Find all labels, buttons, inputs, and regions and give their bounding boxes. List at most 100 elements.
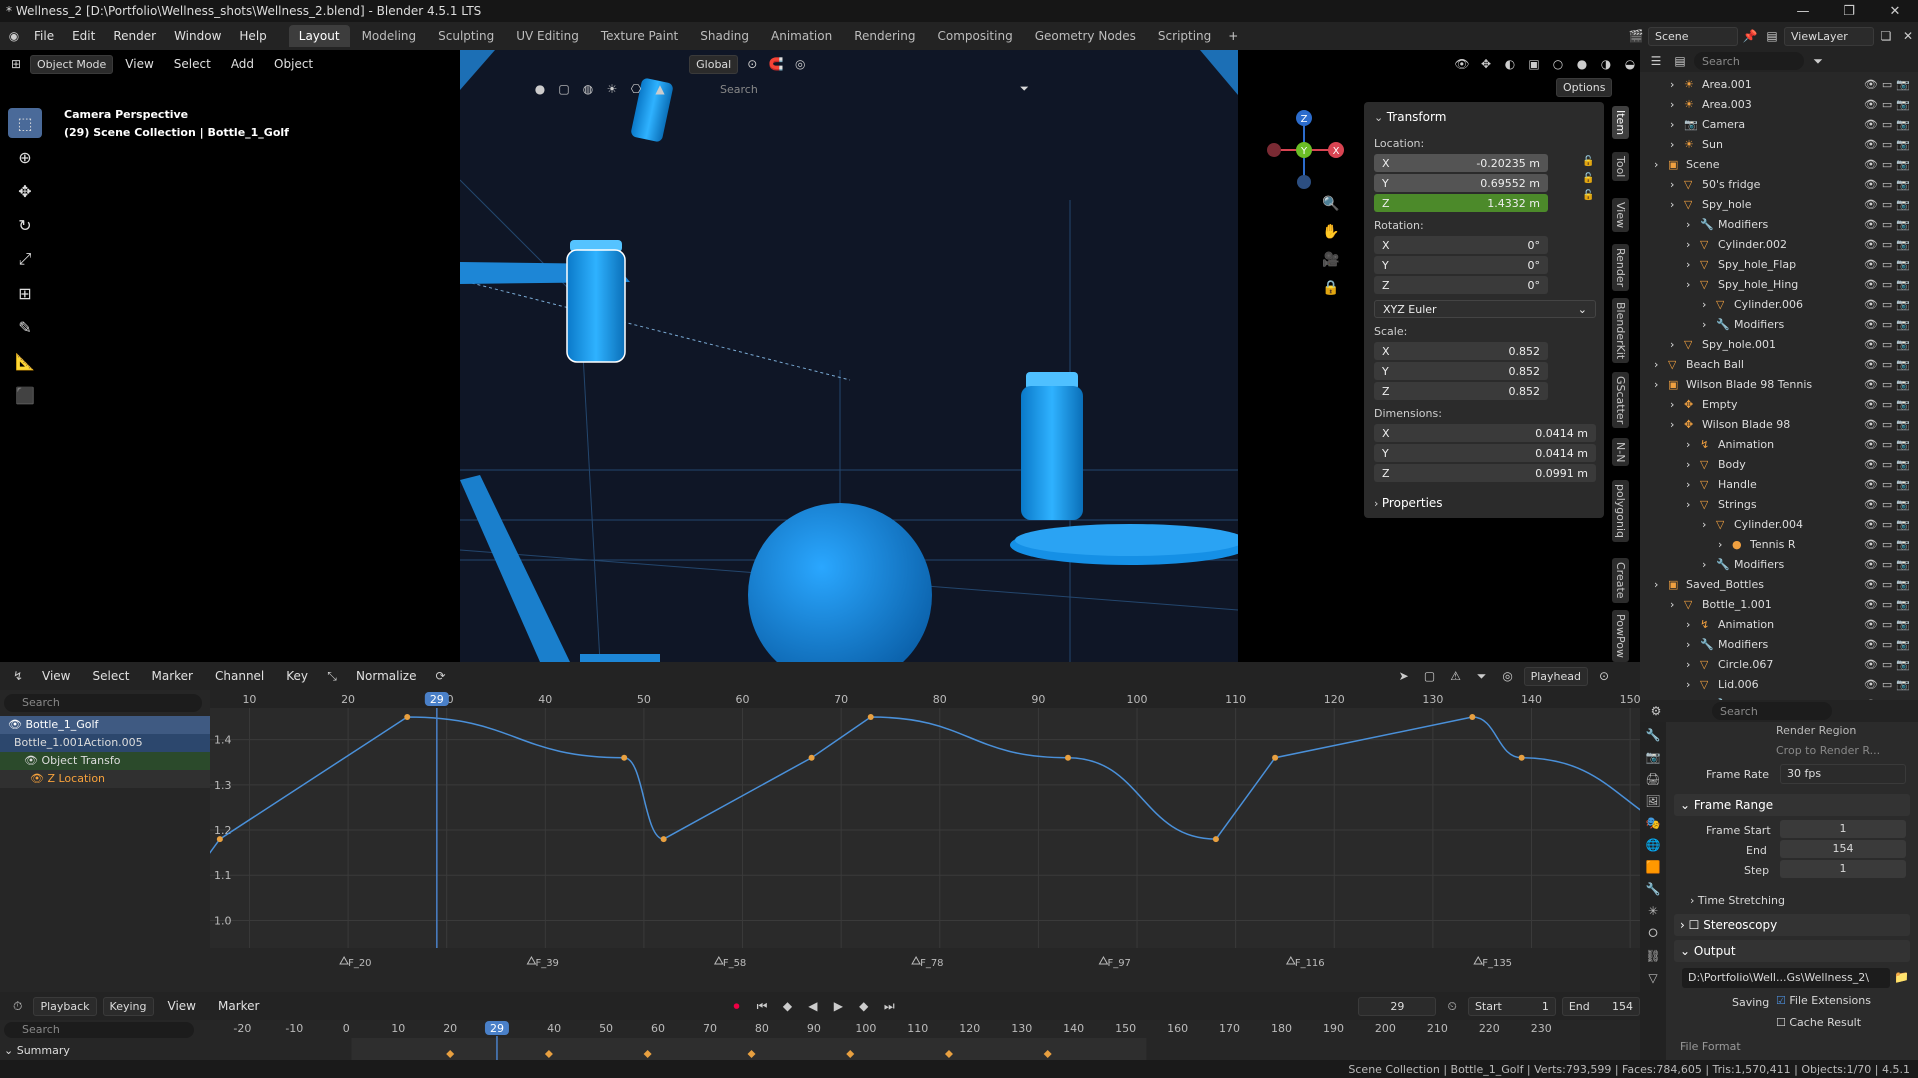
only-selected-icon[interactable]: ➤ bbox=[1394, 666, 1414, 686]
visibility-eye-icon[interactable]: 👁 bbox=[1864, 138, 1878, 151]
normalize-button[interactable]: Normalize bbox=[348, 666, 424, 686]
fcurve-z-location[interactable] bbox=[210, 716, 1640, 920]
rotation-y-field[interactable]: Y 0° bbox=[1374, 256, 1548, 274]
outliner-row[interactable]: › ▽ Cylinder.004 👁 ▭ 📷 bbox=[1640, 514, 1918, 534]
viewport-toggle-icon[interactable]: ▭ bbox=[1882, 118, 1892, 131]
onion-icon[interactable]: ⊙ bbox=[1594, 666, 1614, 686]
viewport-toggle-icon[interactable]: ▭ bbox=[1882, 498, 1892, 511]
viewport-toggle-icon[interactable]: ▭ bbox=[1882, 458, 1892, 471]
chevron-down-icon[interactable]: ⌄ bbox=[1374, 111, 1387, 124]
playback-menu[interactable]: Playback bbox=[33, 996, 97, 1016]
visibility-eye-icon[interactable]: 👁 bbox=[1864, 418, 1878, 431]
filter-icon[interactable]: ⏷ bbox=[1020, 82, 1029, 96]
blender-logo-icon[interactable]: ◉ bbox=[4, 26, 24, 46]
location-z-field[interactable]: Z 1.4332 m bbox=[1374, 194, 1548, 212]
close-icon[interactable]: ✕ bbox=[1872, 4, 1918, 19]
visibility-eye-icon[interactable]: 👁 bbox=[1864, 518, 1878, 531]
scale-z-field[interactable]: Z 0.852 bbox=[1374, 382, 1548, 400]
timeline-marker-label[interactable]: F_58 bbox=[723, 958, 746, 969]
expand-icon[interactable]: › bbox=[1670, 118, 1674, 131]
keyframe-point[interactable] bbox=[867, 714, 874, 721]
menu-help[interactable]: Help bbox=[231, 26, 274, 46]
sidetab-item[interactable]: Item bbox=[1612, 106, 1629, 140]
expand-icon[interactable]: › bbox=[1670, 138, 1674, 151]
expand-icon[interactable]: › bbox=[1686, 618, 1690, 631]
outliner-row[interactable]: › ☀ Sun 👁 ▭ 📷 bbox=[1640, 134, 1918, 154]
options-button[interactable]: Options bbox=[1556, 78, 1613, 97]
expand-icon[interactable]: › bbox=[1686, 638, 1690, 651]
expand-icon[interactable]: › bbox=[1670, 198, 1674, 211]
timeline-marker-label[interactable]: F_39 bbox=[535, 958, 558, 969]
render-toggle-icon[interactable]: 📷 bbox=[1896, 218, 1910, 231]
viewport-toggle-icon[interactable]: ▭ bbox=[1882, 98, 1892, 111]
outliner-row[interactable]: › ▽ Handle 👁 ▭ 📷 bbox=[1640, 474, 1918, 494]
outliner-row[interactable]: › ☀ Area.003 👁 ▭ 📷 bbox=[1640, 94, 1918, 114]
filter-light-icon[interactable]: ☀ bbox=[602, 79, 622, 99]
material-shading-icon[interactable]: ◑ bbox=[1596, 54, 1616, 74]
viewport-toggle-icon[interactable]: ▭ bbox=[1882, 438, 1892, 451]
expand-icon[interactable]: › bbox=[1686, 458, 1690, 471]
eye-icon[interactable]: 👁 bbox=[24, 754, 41, 767]
viewport-toggle-icon[interactable]: ▭ bbox=[1882, 158, 1892, 171]
select-tool-icon[interactable]: ⬚ bbox=[8, 108, 42, 138]
render-toggle-icon[interactable]: 📷 bbox=[1896, 418, 1910, 431]
viewport-toggle-icon[interactable]: ▭ bbox=[1882, 598, 1892, 611]
keyframe-point[interactable] bbox=[1518, 754, 1525, 761]
timeline-menu-marker[interactable]: Marker bbox=[210, 996, 267, 1016]
render-toggle-icon[interactable]: 📷 bbox=[1896, 178, 1910, 191]
location-y-field[interactable]: Y 0.69552 m bbox=[1374, 174, 1548, 192]
scene-tab-icon[interactable]: 🎭 bbox=[1646, 816, 1661, 830]
outliner-row[interactable]: › ▽ Cylinder.006 👁 ▭ 📷 bbox=[1640, 294, 1918, 314]
physics-tab-icon[interactable]: ⭘ bbox=[1648, 926, 1658, 941]
record-icon[interactable]: ⏺ bbox=[727, 996, 746, 1016]
outliner-row[interactable]: › ● Tennis R 👁 ▭ 📷 bbox=[1640, 534, 1918, 554]
expand-icon[interactable]: › bbox=[1686, 438, 1690, 451]
expand-icon[interactable]: › bbox=[1686, 678, 1690, 691]
lock-location-z-icon[interactable]: 🔓 bbox=[1582, 190, 1594, 201]
viewport-toggle-icon[interactable]: ▭ bbox=[1882, 558, 1892, 571]
move-tool-icon[interactable]: ✥ bbox=[8, 176, 42, 206]
outliner-search-input[interactable]: Search bbox=[1694, 52, 1804, 70]
visibility-eye-icon[interactable]: 👁 bbox=[1864, 318, 1878, 331]
output-panel-header[interactable]: ⌄ Output bbox=[1674, 940, 1910, 962]
stopwatch-icon[interactable]: ⏲ bbox=[1442, 996, 1461, 1016]
scale-x-field[interactable]: X 0.852 bbox=[1374, 342, 1548, 360]
visibility-eye-icon[interactable]: 👁 bbox=[1864, 98, 1878, 111]
expand-icon[interactable]: › bbox=[1670, 398, 1674, 411]
render-toggle-icon[interactable]: 📷 bbox=[1896, 558, 1910, 571]
properties-panel-title[interactable]: Properties bbox=[1382, 496, 1443, 510]
visibility-eye-icon[interactable]: 👁 bbox=[1864, 278, 1878, 291]
render-toggle-icon[interactable]: 📷 bbox=[1896, 198, 1910, 211]
gizmo-toggle-icon[interactable]: ✥ bbox=[1476, 54, 1496, 74]
cursor-tool-icon[interactable]: ⊕ bbox=[8, 142, 42, 172]
summary-row[interactable]: ⌄ Summary bbox=[4, 1044, 70, 1057]
display-mode-icon[interactable]: ▤ bbox=[1670, 51, 1690, 71]
jump-start-icon[interactable]: ⏮ bbox=[752, 996, 771, 1016]
frame-end-field[interactable]: 154 bbox=[1780, 840, 1906, 858]
render-toggle-icon[interactable]: 📷 bbox=[1896, 378, 1910, 391]
viewport-toggle-icon[interactable]: ▭ bbox=[1882, 418, 1892, 431]
data-tab-icon[interactable]: ▽ bbox=[1648, 971, 1657, 985]
graph-menu-view[interactable]: View bbox=[34, 666, 78, 686]
menu-file[interactable]: File bbox=[26, 26, 62, 46]
visibility-eye-icon[interactable]: 👁 bbox=[1864, 618, 1878, 631]
time-stretching-subpanel[interactable]: › Time Stretching bbox=[1690, 894, 1785, 907]
viewport-toggle-icon[interactable]: ▭ bbox=[1882, 298, 1892, 311]
pin-icon[interactable]: 📌 bbox=[1740, 26, 1760, 46]
start-frame-field[interactable]: Start 1 bbox=[1467, 996, 1556, 1016]
timeline-marker-label[interactable]: F_135 bbox=[1482, 958, 1512, 969]
outliner-row[interactable]: › ▽ Spy_hole_Flap 👁 ▭ 📷 bbox=[1640, 254, 1918, 274]
visibility-eye-icon[interactable]: 👁 bbox=[1864, 78, 1878, 91]
render-toggle-icon[interactable]: 📷 bbox=[1896, 298, 1910, 311]
render-toggle-icon[interactable]: 📷 bbox=[1896, 498, 1910, 511]
refresh-icon[interactable]: ⟳ bbox=[430, 666, 450, 686]
timeline-search-input[interactable]: Search bbox=[4, 1022, 194, 1038]
tab-texture-paint[interactable]: Texture Paint bbox=[591, 25, 688, 47]
transform-panel-title[interactable]: Transform bbox=[1387, 110, 1447, 124]
keyframe-point[interactable] bbox=[1212, 836, 1219, 843]
sidetab-view[interactable]: View bbox=[1612, 198, 1629, 233]
outliner-row[interactable]: › 🔧 Modifiers 👁 ▭ 📷 bbox=[1640, 214, 1918, 234]
expand-icon[interactable]: › bbox=[1702, 518, 1706, 531]
scale-tool-icon[interactable]: ⤢ bbox=[8, 244, 42, 274]
visibility-eye-icon[interactable]: 👁 bbox=[1864, 598, 1878, 611]
